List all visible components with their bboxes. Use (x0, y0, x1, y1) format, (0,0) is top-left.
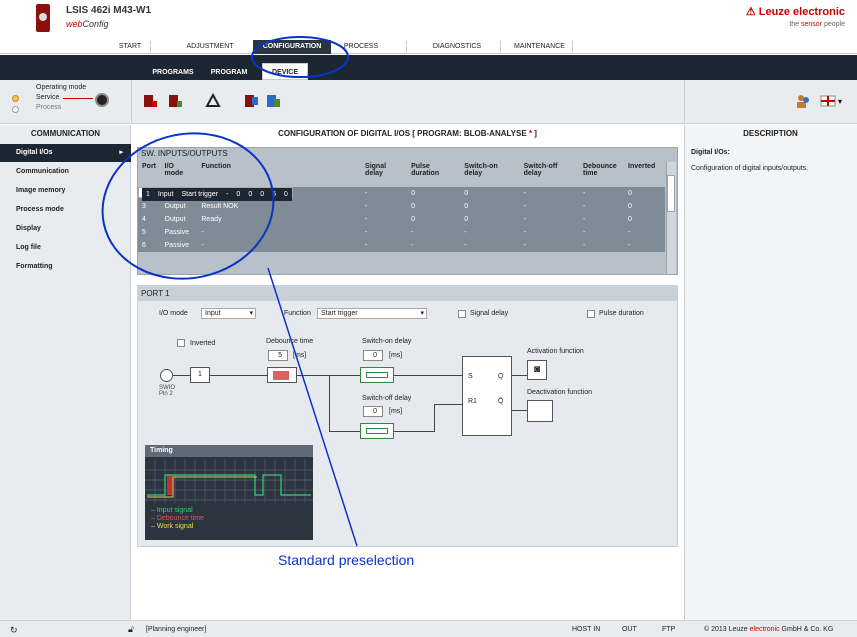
copyright: © 2013 Leuze electronic GmbH & Co. KG (704, 626, 833, 633)
host-in-indicator: HOST IN (572, 626, 601, 633)
user-role: [Planning engineer] (146, 626, 207, 633)
annotation-overlay (101, 36, 358, 547)
out-indicator: OUT (622, 626, 637, 633)
refresh-icon[interactable]: ↻ (10, 625, 18, 636)
unlock-icon[interactable]: 🔓︎ (128, 624, 134, 635)
copyright-post: GmbH & Co. KG (779, 626, 834, 633)
copyright-accent: electronic (749, 626, 780, 633)
ftp-indicator: FTP (662, 626, 676, 633)
annotation-label: Standard preselection (278, 552, 415, 568)
copyright-pre: © 2013 Leuze (704, 626, 750, 633)
